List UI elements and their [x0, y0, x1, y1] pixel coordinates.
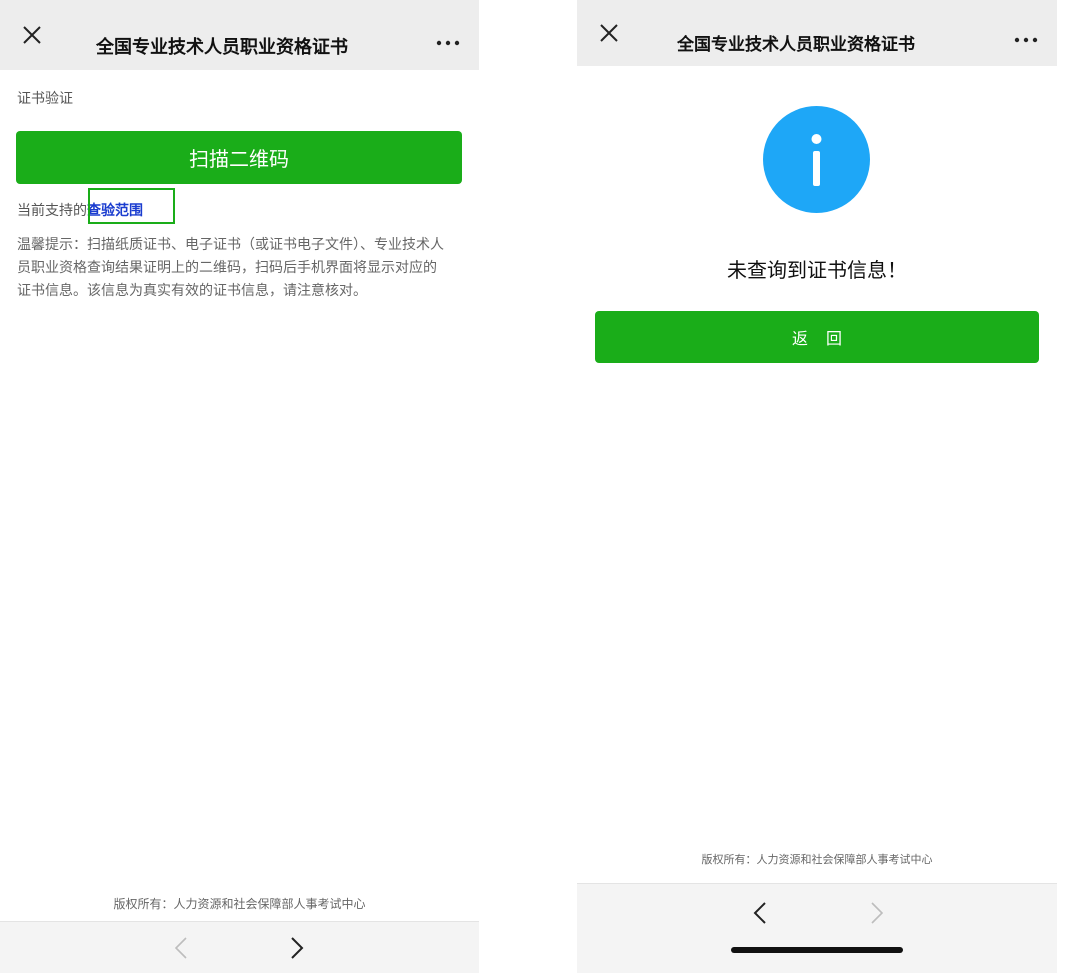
info-icon — [763, 106, 870, 213]
copyright-footer: 版权所有：人力资源和社会保障部人事考试中心 — [701, 853, 933, 866]
more-icon[interactable] — [1009, 28, 1043, 52]
bottom-nav-bar — [0, 921, 479, 973]
section-heading: 证书验证 — [17, 91, 73, 107]
result-message: 未查询到证书信息！ — [727, 258, 907, 282]
highlight-box — [88, 188, 175, 224]
close-icon[interactable] — [591, 15, 627, 51]
more-icon[interactable] — [431, 31, 465, 55]
close-icon[interactable] — [14, 17, 50, 53]
home-indicator — [731, 947, 903, 953]
copyright-footer: 版权所有：人力资源和社会保障部人事考试中心 — [113, 897, 366, 911]
support-prefix-text: 当前支持的 — [17, 203, 87, 219]
scan-page-screen: 全国专业技术人员职业资格证书 证书验证 扫描二维码 当前支持的查验范围 温馨提示… — [0, 0, 479, 973]
top-nav-bar: 全国专业技术人员职业资格证书 — [577, 0, 1057, 66]
tip-text: 温馨提示：扫描纸质证书、电子证书（或证书电子文件）、专业技术人员职业资格查询结果… — [17, 237, 444, 299]
back-button[interactable]: 返回 — [595, 311, 1039, 363]
bottom-nav-bar — [577, 883, 1057, 973]
chevron-left-icon[interactable] — [166, 933, 196, 963]
scan-qr-button[interactable]: 扫描二维码 — [16, 131, 462, 184]
page-title: 全国专业技术人员职业资格证书 — [677, 35, 915, 55]
chevron-left-icon[interactable] — [745, 898, 775, 928]
top-nav-bar: 全国专业技术人员职业资格证书 — [0, 0, 479, 70]
page-title: 全国专业技术人员职业资格证书 — [96, 37, 348, 58]
result-page-screen: 全国专业技术人员职业资格证书 未查询到证书信息！ 返回 版权所有：人力资源和社会… — [577, 0, 1057, 973]
chevron-right-icon[interactable] — [282, 933, 312, 963]
chevron-right-icon[interactable] — [862, 898, 892, 928]
